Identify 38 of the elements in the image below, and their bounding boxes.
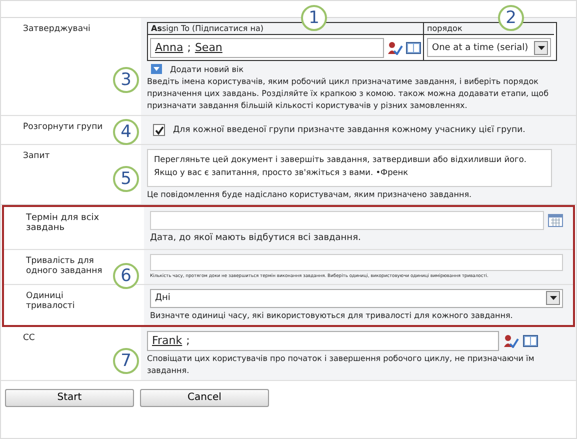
person-name[interactable]: Frank <box>152 334 182 347</box>
calendar-icon[interactable] <box>548 214 563 227</box>
callout-number: 1 <box>301 5 327 31</box>
checkbox-label: Для кожної введеної групи призначте завдання кожному учаснику цієї групи. <box>173 125 526 135</box>
person-name[interactable]: Anna <box>155 41 184 54</box>
order-dropdown[interactable]: One at a time (serial) <box>427 38 551 57</box>
units-dropdown[interactable]: Дні <box>150 288 563 308</box>
field-label: Запит <box>23 151 51 161</box>
help-text: Це повідомлення буде надіслано користувачам, яким призначено завдання. <box>147 189 473 201</box>
address-book-icon[interactable] <box>523 334 538 347</box>
help-text: Сповіщати цих користувачів про початок і завершення робочого циклу, не призначаючи їм завдання. <box>147 352 536 376</box>
field-label: Розгорнути групи <box>23 122 104 132</box>
column-header: Assign To (Підписатися на) <box>148 23 424 35</box>
help-text: Визначте одиниці часу, які використовуються для тривалості для кожного завдання. <box>150 310 514 322</box>
check-names-icon[interactable] <box>387 40 403 54</box>
field-label: Тривалість для одного завдання <box>26 256 104 276</box>
field-label: Затверджувачі <box>23 24 92 34</box>
callout-number: 2 <box>498 5 524 31</box>
field-label: Термін для всіх завдань <box>26 213 100 233</box>
field-label: Одиниці тривалості <box>26 290 76 310</box>
separator: ; <box>187 41 191 54</box>
expand-icon[interactable] <box>151 64 162 74</box>
checkbox[interactable] <box>153 124 165 136</box>
separator: ; <box>186 334 190 347</box>
form-button[interactable]: Cancel <box>140 388 269 406</box>
help-text: Введіть імена користувачів, яким робочий цикл призначатиме завдання, і виберіть порядок призначення цих завдань. Розділяйте їх крапкою з комою. також можна додавати етапи, щоб призначати завдання більшій кількості користувачів у різних замовленнях. <box>147 76 550 112</box>
date-field[interactable] <box>150 211 544 230</box>
person-name[interactable]: Sean <box>194 41 222 54</box>
help-text: Дата, до якої мають відбутися всі завдання. <box>150 232 362 245</box>
check-names-icon[interactable] <box>503 334 519 348</box>
duration-field[interactable] <box>150 254 563 270</box>
add-stage-link[interactable]: Додати новий вік <box>170 64 244 74</box>
people-field[interactable]: Anna ; Sean <box>150 38 384 58</box>
request-text-area[interactable]: Перегляньте цей документ і завершіть завдання, затвердивши або відхиливши його. Якщо у вас є запитання, просто зв'яжіться з вами. •Френк <box>147 149 552 187</box>
form-button[interactable]: Start <box>5 388 134 406</box>
address-book-icon[interactable] <box>406 41 421 54</box>
people-field[interactable]: Frank ; <box>147 330 499 350</box>
field-label: CC <box>23 332 36 342</box>
